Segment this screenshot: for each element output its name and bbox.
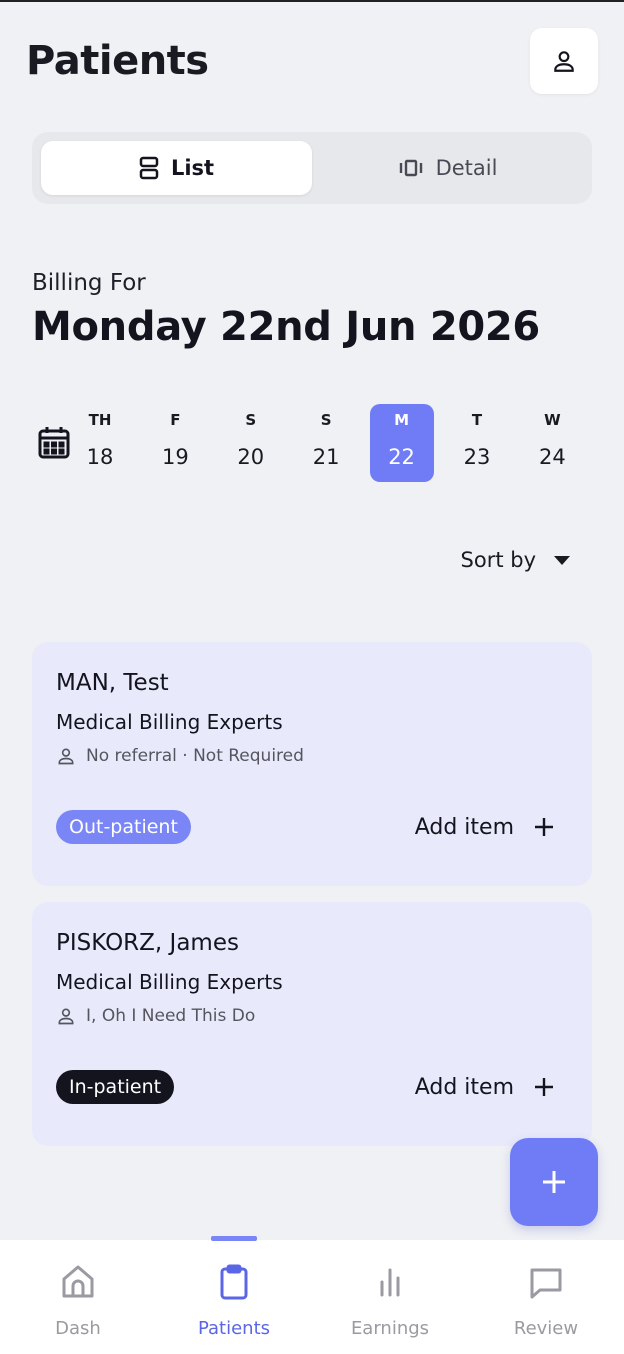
day-18[interactable]: TH 18 (68, 404, 132, 482)
patient-name: PISKORZ, James (56, 930, 239, 956)
day-name: S (320, 411, 332, 429)
day-number: 23 (463, 445, 491, 469)
day-name: F (170, 411, 181, 429)
patient-org: Medical Billing Experts (56, 970, 283, 994)
home-icon (62, 1265, 94, 1298)
day-24[interactable]: W 24 (520, 404, 584, 482)
nav-item-earnings[interactable]: Earnings (312, 1240, 468, 1354)
referral-info: No referral · Not Required (56, 746, 568, 766)
day-number: 20 (237, 445, 265, 469)
day-21[interactable]: S 21 (294, 404, 358, 482)
bottom-nav: Dash Patients Earnings Review (0, 1236, 624, 1354)
nav-item-review[interactable]: Review (468, 1240, 624, 1354)
detail-view-tab[interactable]: Detail (312, 141, 583, 195)
sort-dropdown[interactable]: Sort by (461, 548, 570, 572)
day-number: 19 (162, 445, 189, 469)
billing-for-label: Billing For (32, 270, 146, 296)
list-view-label: List (170, 156, 215, 180)
add-item-label: Add item (414, 1074, 514, 1100)
add-item-button[interactable]: Add item (415, 1075, 554, 1100)
day-20[interactable]: S 20 (219, 404, 283, 482)
day-number: 18 (86, 445, 114, 469)
profile-button[interactable] (530, 28, 598, 94)
view-toggle: List Detail (32, 132, 592, 204)
billing-date: Monday 22nd Jun 2026 (32, 304, 540, 350)
plus-icon (535, 818, 553, 836)
nav-item-patients[interactable]: Patients (156, 1236, 312, 1354)
day-name: T (471, 411, 483, 429)
nav-label: Earnings (350, 1318, 430, 1339)
person-icon (58, 1008, 74, 1025)
calendar-icon (38, 427, 70, 459)
nav-item-dash[interactable]: Dash (0, 1240, 156, 1354)
patient-org: Medical Billing Experts (56, 710, 283, 734)
patient-card[interactable]: PISKORZ, James Medical Billing Experts I… (32, 902, 592, 1146)
week-day-picker: TH 18 F 19 S 20 S 21 M 22 T 23 W 24 (68, 404, 596, 482)
nav-label: Dash (55, 1318, 101, 1339)
day-name: M (394, 411, 410, 429)
patient-type-badge: Out-patient (56, 810, 191, 844)
chat-icon (530, 1268, 562, 1299)
sort-label: Sort by (460, 548, 536, 572)
calendar-button[interactable] (38, 426, 70, 464)
add-patient-fab[interactable] (510, 1138, 598, 1226)
nav-label: Patients (197, 1318, 271, 1339)
person-icon (58, 748, 74, 765)
add-item-button[interactable]: Add item (415, 815, 554, 840)
list-view-tab[interactable]: List (41, 141, 312, 195)
day-19[interactable]: F 19 (143, 404, 207, 482)
day-23[interactable]: T 23 (445, 404, 509, 482)
day-number: 22 (388, 445, 415, 469)
plus-icon (543, 1171, 565, 1193)
active-tab-indicator (211, 1236, 257, 1241)
day-name: TH (88, 411, 112, 429)
day-name: W (544, 411, 561, 429)
add-item-label: Add item (414, 814, 514, 840)
person-icon (554, 51, 574, 72)
page-title: Patients (26, 38, 209, 84)
detail-view-label: Detail (435, 156, 498, 180)
patient-card[interactable]: MAN, Test Medical Billing Experts No ref… (32, 642, 592, 886)
caret-down-icon (554, 555, 570, 565)
referral-text: I, Oh I Need This Do (86, 1006, 256, 1026)
clipboard-icon (220, 1264, 248, 1300)
patient-name: MAN, Test (56, 670, 169, 696)
nav-label: Review (513, 1318, 579, 1339)
day-22-selected[interactable]: M 22 (369, 404, 434, 482)
bar-chart-icon (380, 1268, 400, 1297)
referral-text: No referral · Not Required (86, 746, 304, 766)
day-number: 24 (538, 445, 566, 469)
page-header: Patients (26, 38, 209, 84)
referral-info: I, Oh I Need This Do (56, 1006, 568, 1026)
carousel-view-icon (399, 159, 422, 177)
patient-type-badge: In-patient (56, 1070, 175, 1104)
list-view-icon (139, 156, 159, 180)
day-name: S (245, 411, 257, 429)
day-number: 21 (312, 445, 340, 469)
plus-icon (535, 1078, 553, 1096)
